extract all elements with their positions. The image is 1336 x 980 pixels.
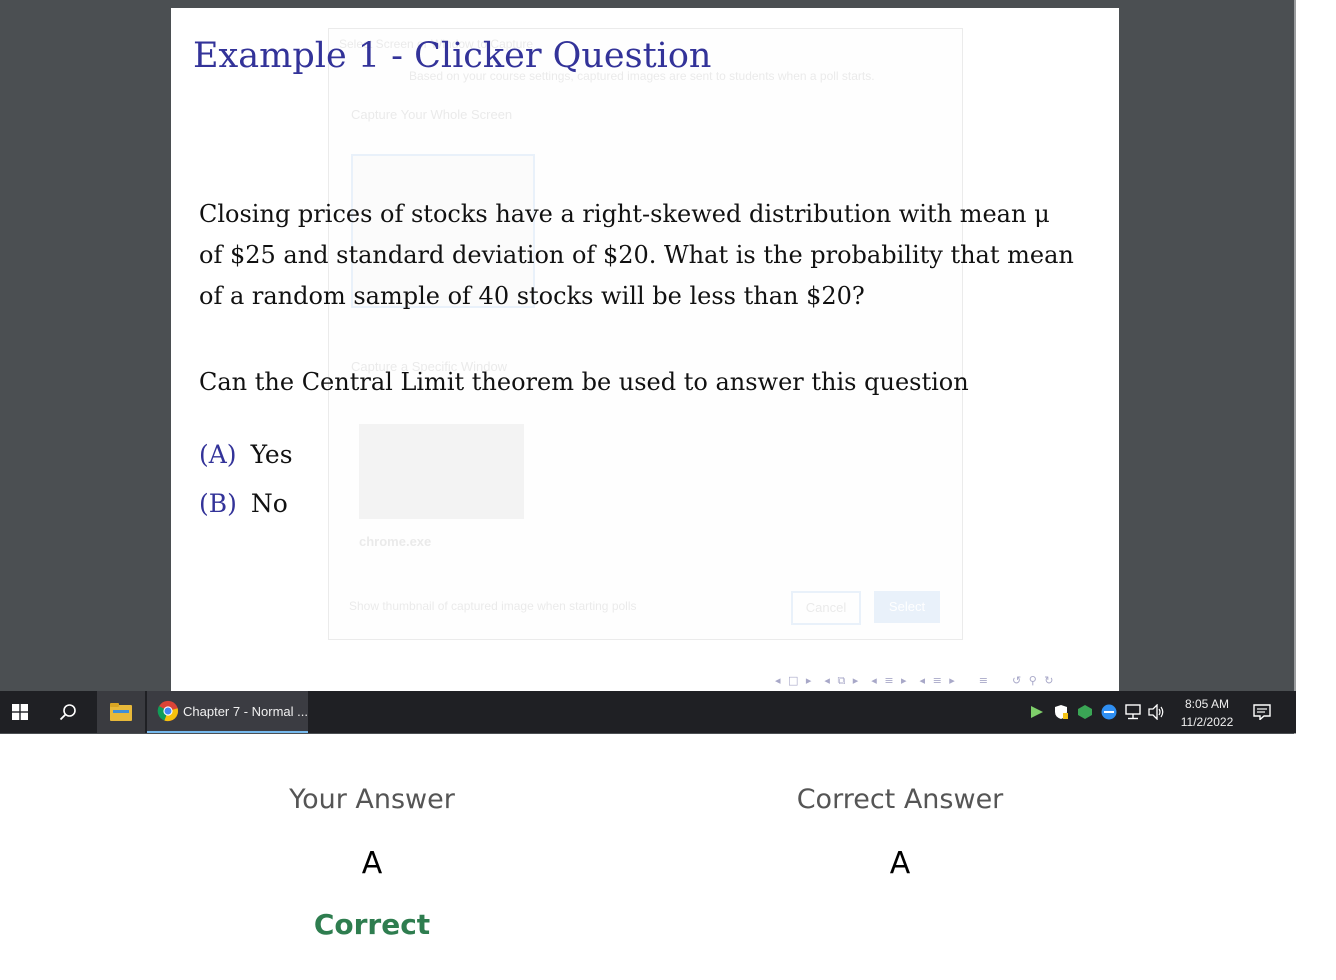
choice-b-text: No bbox=[250, 489, 288, 518]
ghost-capture-dialog: Select Screen or Window to Capture Based… bbox=[328, 28, 963, 640]
teamviewer-icon[interactable] bbox=[1100, 703, 1118, 721]
file-explorer-icon[interactable] bbox=[97, 691, 145, 733]
media-icon[interactable] bbox=[1028, 703, 1046, 721]
security-shield-icon[interactable] bbox=[1052, 703, 1070, 721]
clock-time: 8:05 AM bbox=[1184, 697, 1230, 711]
choice-a-text: Yes bbox=[250, 440, 293, 469]
volume-icon[interactable] bbox=[1148, 703, 1166, 721]
chrome-task-label: Chapter 7 - Normal ... bbox=[183, 703, 308, 719]
windows-start-icon[interactable] bbox=[0, 691, 40, 733]
chrome-icon bbox=[157, 700, 179, 722]
notification-icon[interactable] bbox=[1249, 691, 1275, 733]
ghost-select-button: Select bbox=[874, 591, 940, 623]
ghost-window-name: chrome.exe bbox=[359, 534, 432, 549]
correct-answer-label: Correct Answer bbox=[796, 784, 1004, 815]
green-shield-icon[interactable] bbox=[1076, 703, 1094, 721]
choice-b-letter: (B) bbox=[199, 489, 237, 518]
search-icon[interactable] bbox=[48, 691, 88, 733]
taskbar-clock[interactable]: 8:05 AM 11/2/2022 bbox=[1172, 695, 1242, 731]
your-answer-value: A bbox=[361, 846, 383, 881]
correct-answer-value: A bbox=[889, 846, 911, 881]
choice-b: (B) No bbox=[199, 489, 288, 518]
clock-date: 11/2/2022 bbox=[1180, 715, 1234, 729]
result-status: Correct bbox=[313, 908, 431, 941]
ghost-checkbox-label: Show thumbnail of captured image when st… bbox=[349, 599, 637, 613]
question-prompt: Can the Central Limit theorem be used to… bbox=[199, 368, 969, 396]
question-text: Closing prices of stocks have a right-sk… bbox=[199, 200, 1074, 310]
choice-a: (A) Yes bbox=[199, 440, 293, 469]
ghost-thumbnail-window bbox=[359, 424, 524, 519]
slide: Select Screen or Window to Capture Based… bbox=[171, 8, 1119, 691]
chrome-taskbar-button[interactable]: Chapter 7 - Normal ... bbox=[147, 691, 308, 733]
network-icon[interactable] bbox=[1124, 703, 1142, 721]
taskbar: Chapter 7 - Normal ... 8:05 AM 11/2/2022 bbox=[0, 691, 1296, 733]
your-answer-label: Your Answer bbox=[289, 784, 455, 815]
ghost-section-whole-screen: Capture Your Whole Screen bbox=[351, 107, 513, 122]
choice-a-letter: (A) bbox=[199, 440, 237, 469]
captured-screen: Select Screen or Window to Capture Based… bbox=[0, 0, 1296, 734]
ghost-cancel-button: Cancel bbox=[791, 591, 861, 625]
beamer-navigation-icons: ◂ □ ▸ ◂ ⧉ ▸ ◂ ≡ ▸ ◂ ≡ ▸ ≡ ↺ ⚲ ↻ bbox=[775, 674, 1056, 687]
screen-edge bbox=[1294, 0, 1296, 734]
system-tray bbox=[1028, 691, 1166, 733]
slide-title: Example 1 - Clicker Question bbox=[193, 36, 712, 76]
